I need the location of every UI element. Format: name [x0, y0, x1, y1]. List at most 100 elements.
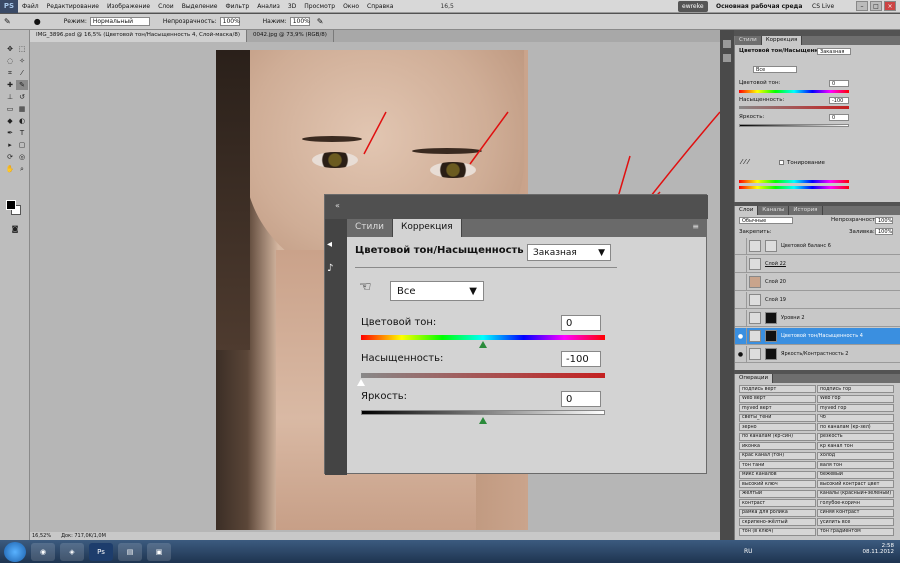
action-item[interactable]: кр канал тон — [817, 442, 894, 450]
tablet-pressure-icon[interactable]: ✎ — [317, 17, 324, 26]
action-item[interactable]: скрипено-жёлтый — [739, 518, 816, 526]
brush-tool-icon[interactable]: ✎ — [16, 80, 28, 90]
explorer-icon[interactable]: ▤ — [118, 542, 142, 561]
action-item[interactable]: Web верт — [739, 394, 816, 403]
history-brush-tool-icon[interactable]: ↺ — [16, 92, 28, 102]
layer-row-selected[interactable]: ● Цветовой тон/Насыщенность 4 — [735, 327, 900, 345]
cs-live-button[interactable]: CS Live — [808, 1, 838, 12]
visibility-eye-icon[interactable]: ● — [735, 327, 747, 345]
action-item[interactable]: myved верт — [739, 404, 816, 412]
action-item[interactable]: высокий ключ — [739, 480, 816, 488]
shape-tool-icon[interactable]: ▢ — [16, 140, 28, 150]
channel-select[interactable]: Все ▼ — [390, 281, 484, 301]
media-icon[interactable]: ◈ — [60, 542, 84, 561]
eyedropper-tool-icon[interactable]: ⁄ — [16, 68, 28, 78]
layer-row[interactable]: ● Яркость/Контрастность 2 — [735, 345, 900, 363]
action-item[interactable]: холод — [817, 451, 894, 460]
action-item[interactable]: синяя контраст — [817, 508, 894, 517]
action-item[interactable]: усилить все — [817, 518, 894, 526]
channel-select-small[interactable]: Все — [753, 66, 797, 73]
menu-layers[interactable]: Слои — [154, 3, 178, 10]
zoom-readout[interactable]: 16,5 — [437, 3, 456, 10]
eyedropper-icons[interactable]: ⁄ ⁄ ⁄ — [741, 158, 749, 166]
action-item[interactable]: голубое-коричн — [817, 499, 894, 507]
visibility-eye-icon[interactable] — [735, 309, 747, 327]
tab-history[interactable]: История — [789, 206, 823, 215]
close-icon[interactable]: × — [884, 1, 896, 11]
action-item[interactable]: подпись верт — [739, 385, 816, 393]
navigator-icon[interactable] — [723, 54, 731, 62]
zoom-tool-icon[interactable]: ⌕ — [16, 164, 28, 174]
menu-file[interactable]: Файл — [18, 3, 43, 10]
saturation-field[interactable]: -100 — [561, 351, 601, 367]
visibility-eye-icon[interactable] — [735, 291, 747, 309]
saturation-slider-knob[interactable] — [357, 379, 365, 386]
move-tool-icon[interactable]: ✥ — [4, 44, 16, 54]
action-item[interactable]: иконка — [739, 442, 816, 450]
targeted-adjust-hand-icon[interactable]: ☜ — [359, 279, 372, 295]
path-select-tool-icon[interactable]: ▸ — [4, 140, 16, 150]
hand-tool-icon[interactable]: ✋ — [4, 164, 16, 174]
pressure-field[interactable]: 100% — [289, 17, 310, 26]
minimize-icon[interactable]: – — [856, 1, 868, 11]
layer-row[interactable]: Уровни 2 — [735, 309, 900, 327]
tab-0042[interactable]: 0042.jpg @ 73,9% (RGB/8) — [247, 30, 334, 42]
lightness-field[interactable]: 0 — [561, 391, 601, 407]
menu-3d[interactable]: 3D — [284, 3, 300, 10]
3d-orbit-tool-icon[interactable]: ◎ — [16, 152, 28, 162]
panel-menu-icon[interactable]: ≡ — [692, 222, 699, 231]
clock[interactable]: 2:58 08.11.2012 — [863, 543, 895, 555]
adjust-back-icon[interactable]: ◂ — [327, 239, 343, 253]
blend-mode-select[interactable]: Обычные — [739, 217, 793, 224]
swatches-icon[interactable] — [723, 40, 731, 48]
3d-rotate-tool-icon[interactable]: ⟳ — [4, 152, 16, 162]
action-item[interactable]: микс каналов — [739, 470, 816, 479]
action-item[interactable]: тон (в ключ) — [739, 527, 816, 536]
workspace-user-button[interactable]: ewreke — [678, 1, 708, 12]
quick-select-tool-icon[interactable]: ✧ — [16, 56, 28, 66]
action-item[interactable]: крас канал (тон) — [739, 451, 816, 460]
action-item[interactable]: по каналам (кр-син) — [739, 432, 816, 441]
folder-icon[interactable]: ▣ — [147, 542, 171, 561]
menu-view[interactable]: Просмотр — [300, 3, 339, 10]
menu-window[interactable]: Окно — [339, 3, 363, 10]
saturation-field-small[interactable]: -100 — [829, 97, 849, 104]
menu-edit[interactable]: Редактирование — [43, 3, 103, 10]
visibility-eye-icon[interactable] — [735, 237, 747, 255]
action-item[interactable]: бежевый — [817, 470, 894, 479]
colorize-checkbox[interactable] — [779, 160, 784, 165]
action-item[interactable]: зерно — [739, 423, 816, 431]
tab-correction-small[interactable]: Коррекция — [761, 36, 803, 45]
menu-image[interactable]: Изображение — [103, 3, 154, 10]
lightness-field-small[interactable]: 0 — [829, 114, 849, 121]
opacity-field[interactable]: 100% — [219, 17, 240, 26]
marquee-tool-icon[interactable]: ⬚ — [16, 44, 28, 54]
lasso-tool-icon[interactable]: ◌ — [4, 56, 16, 66]
action-item[interactable]: светы_тени — [739, 413, 816, 422]
action-item[interactable]: валя тон — [817, 461, 894, 469]
hue-slider-knob[interactable] — [479, 341, 487, 348]
tab-correction[interactable]: Коррекция — [392, 219, 462, 237]
language-indicator[interactable]: RU — [744, 548, 753, 555]
action-item[interactable]: каналы (красный+зеленый) — [817, 489, 894, 498]
action-item[interactable]: тон тани — [739, 461, 816, 469]
action-item[interactable]: подпись гор — [817, 385, 894, 393]
mode-select[interactable]: Нормальный — [89, 17, 150, 26]
maximize-icon[interactable]: □ — [870, 1, 882, 11]
chrome-icon[interactable]: ◉ — [31, 542, 55, 561]
preset-select[interactable]: Заказная ▼ — [527, 244, 611, 261]
clip-layer-icon[interactable]: ♪ — [327, 263, 343, 277]
action-item[interactable]: тон градиентом — [817, 527, 894, 536]
brush-tool-icon[interactable]: ✎ — [4, 17, 11, 26]
menu-analysis[interactable]: Анализ — [253, 3, 284, 10]
action-item[interactable]: рамка для ролика — [739, 508, 816, 517]
lightness-slider-knob[interactable] — [479, 417, 487, 424]
visibility-eye-icon[interactable] — [735, 255, 747, 273]
tab-styles-small[interactable]: Стили — [735, 36, 762, 45]
visibility-eye-icon[interactable]: ● — [735, 345, 747, 363]
brush-preset-icon[interactable]: ● — [34, 17, 41, 26]
menu-filter[interactable]: Фильтр — [221, 3, 253, 10]
fill-field[interactable]: 100% — [875, 228, 893, 235]
tab-styles[interactable]: Стили — [347, 219, 393, 237]
action-item[interactable]: жёлтый — [739, 489, 816, 498]
